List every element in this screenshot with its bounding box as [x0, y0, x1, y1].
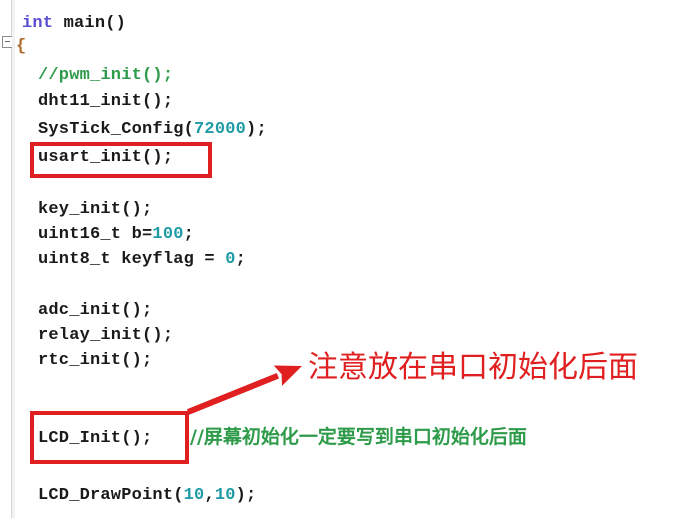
code-token: ; — [183, 225, 195, 244]
code-line[interactable]: int main() — [22, 12, 126, 35]
code-line[interactable]: rtc_init(); — [38, 349, 152, 372]
code-line[interactable]: { — [16, 35, 26, 58]
code-line[interactable]: uint8_t keyflag = 0; — [38, 248, 246, 271]
code-line[interactable]: uint16_t b=100; — [38, 223, 194, 246]
code-token: uint16_t b= — [38, 225, 153, 244]
code-token: rtc_init(); — [38, 351, 153, 370]
code-line[interactable]: key_init(); — [38, 198, 152, 221]
code-token: dht11_init(); — [38, 92, 174, 111]
code-token: 0 — [225, 250, 236, 269]
usart-init-highlight-box — [30, 142, 212, 178]
code-token: 10 — [183, 486, 205, 505]
code-line[interactable]: dht11_init(); — [38, 90, 173, 113]
code-token: key_init(); — [38, 200, 153, 219]
code-token: , — [204, 486, 215, 505]
code-token: 100 — [152, 225, 184, 244]
code-token: ); — [246, 120, 267, 139]
code-token: ); — [235, 486, 257, 505]
code-token: main() — [53, 14, 127, 33]
code-token: relay_init(); — [38, 326, 174, 345]
code-token: 72000 — [194, 120, 247, 139]
red-callout-text: 注意放在串口初始化后面 — [308, 350, 638, 385]
code-line[interactable]: adc_init(); — [38, 299, 152, 322]
code-token: uint8_t keyflag = — [38, 250, 226, 269]
code-token: { — [16, 37, 27, 56]
code-token: int — [22, 14, 54, 33]
code-token: 10 — [214, 486, 236, 505]
code-token: adc_init(); — [38, 301, 153, 320]
lcd-init-highlight-box — [30, 411, 189, 464]
code-line[interactable]: relay_init(); — [38, 324, 173, 347]
code-line[interactable]: SysTick_Config(72000); — [38, 118, 267, 141]
code-line[interactable]: LCD_DrawPoint(10,10); — [38, 484, 256, 507]
code-token: //pwm_init(); — [38, 66, 174, 85]
code-editor-screenshot: int main() { //pwm_init(); dht11_init(); Sys… — [0, 0, 677, 518]
red-arrow-icon — [186, 365, 302, 415]
code-token: ; — [235, 250, 247, 269]
code-line[interactable]: //pwm_init(); — [38, 64, 173, 87]
code-token: SysTick_Config( — [38, 120, 195, 139]
code-token: LCD_DrawPoint( — [38, 486, 184, 505]
